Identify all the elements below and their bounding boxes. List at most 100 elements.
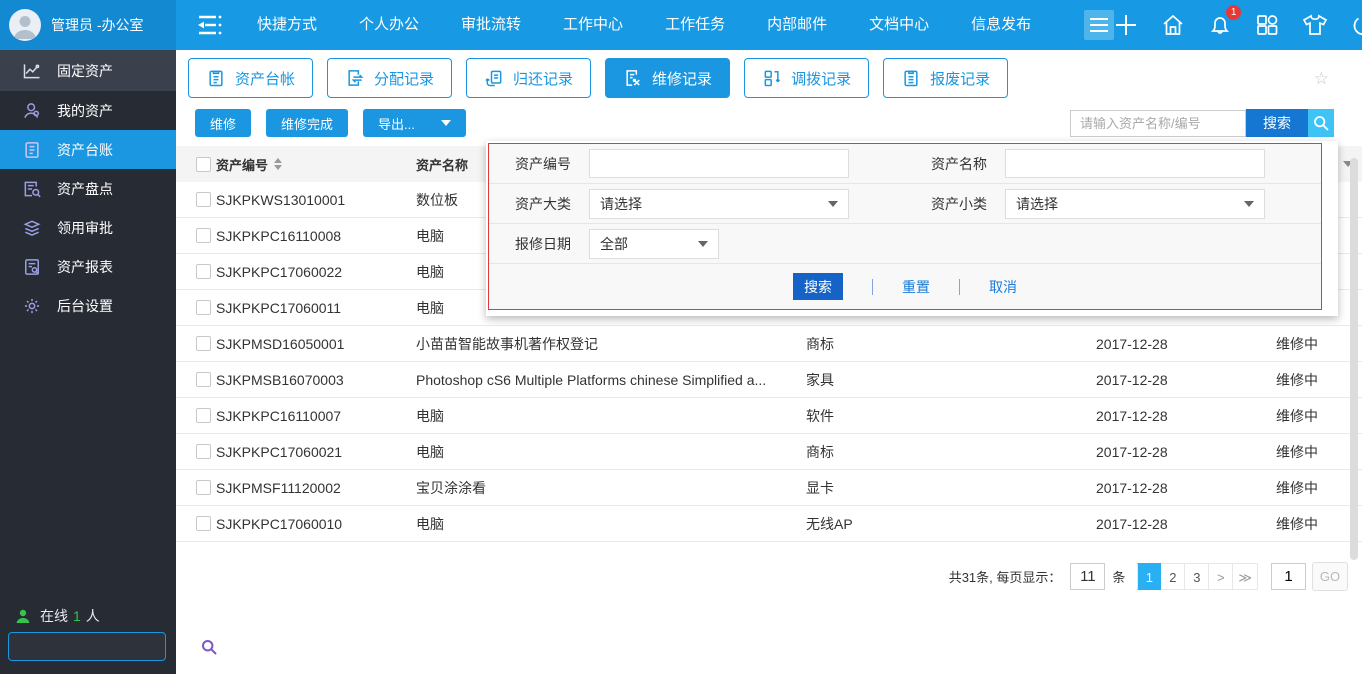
- cell-asset-name: 电脑: [416, 407, 444, 424]
- asset-name-input[interactable]: [1005, 149, 1265, 178]
- repair-date-select[interactable]: 全部: [589, 228, 719, 259]
- row-checkbox[interactable]: [196, 300, 211, 315]
- notifications-bell-icon[interactable]: 1: [1208, 5, 1242, 37]
- page-button[interactable]: 2: [1161, 563, 1186, 590]
- sidebar-item-label: 资产台账: [57, 141, 113, 158]
- caret-down-icon: [828, 200, 838, 207]
- pagination-summary: 共31条, 每页显示：: [948, 570, 1062, 585]
- favorite-star-icon[interactable]: ☆: [1314, 69, 1329, 89]
- table-scrollbar[interactable]: [1350, 158, 1358, 560]
- row-checkbox[interactable]: [196, 480, 211, 495]
- add-icon[interactable]: [1114, 13, 1138, 37]
- top-menu-item[interactable]: 信息发布: [950, 0, 1052, 50]
- sidebar-item[interactable]: 我的资产: [0, 91, 176, 130]
- person-icon: [22, 101, 42, 121]
- sort-icon[interactable]: [274, 158, 283, 170]
- filter-cancel-link[interactable]: 取消: [989, 277, 1017, 297]
- cell-status: 维修中: [1276, 371, 1318, 388]
- record-tab[interactable]: 资产台帐: [188, 58, 314, 98]
- export-button[interactable]: 导出...: [363, 109, 466, 137]
- collapse-menu-icon[interactable]: [195, 12, 223, 38]
- page-button[interactable]: 3: [1185, 563, 1210, 590]
- repair-button[interactable]: 维修: [195, 109, 252, 137]
- row-checkbox[interactable]: [196, 192, 211, 207]
- top-menu-item[interactable]: 工作中心: [542, 0, 644, 50]
- top-menu-item[interactable]: 审批流转: [440, 0, 542, 50]
- cell-repair-date: 2017-12-28: [1096, 335, 1168, 352]
- row-checkbox[interactable]: [196, 372, 211, 387]
- report-icon: [22, 257, 42, 277]
- filter-reset-link[interactable]: 重置: [902, 277, 930, 297]
- subcategory-label: 资产小类: [931, 195, 987, 212]
- record-tab[interactable]: 维修记录: [605, 58, 731, 98]
- cell-repair-date: 2017-12-28: [1096, 443, 1168, 460]
- top-menu-item[interactable]: 工作任务: [644, 0, 746, 50]
- category-select[interactable]: 请选择: [589, 188, 849, 219]
- row-checkbox[interactable]: [196, 336, 211, 351]
- sidebar-item[interactable]: 后台设置: [0, 286, 176, 325]
- sidebar-item[interactable]: 资产盘点: [0, 169, 176, 208]
- record-tab[interactable]: 分配记录: [327, 58, 453, 98]
- home-icon[interactable]: [1161, 13, 1185, 37]
- cell-asset-code: SJKPMSF11120002: [216, 479, 341, 496]
- goto-page-input[interactable]: [1271, 563, 1306, 590]
- table-row: SJKPMSF11120002 宝贝涂涂看 显卡 2017-12-28 维修中: [176, 470, 1362, 506]
- search-magnifier-icon[interactable]: [1308, 109, 1334, 137]
- top-menu-item[interactable]: 快捷方式: [236, 0, 338, 50]
- user-block[interactable]: 管理员 -办公室: [0, 0, 176, 50]
- sidebar-item[interactable]: 资产报表: [0, 247, 176, 286]
- sidebar-item[interactable]: 领用审批: [0, 208, 176, 247]
- main-content: 资产台帐 分配记录 归还记录 维修记录 调拨记录 报废记录 ☆ 维修 维修完成 …: [176, 50, 1362, 674]
- sidebar-item[interactable]: 资产台账: [0, 130, 176, 169]
- repair-done-button[interactable]: 维修完成: [266, 109, 349, 137]
- asset-code-input[interactable]: [589, 149, 849, 178]
- theme-shirt-icon[interactable]: [1302, 13, 1328, 37]
- cell-asset-name: 宝贝涂涂看: [416, 479, 486, 496]
- sidebar-item-label: 我的资产: [57, 102, 113, 119]
- asset-name-label: 资产名称: [931, 155, 987, 172]
- quick-search-button[interactable]: 搜索: [1246, 109, 1308, 137]
- top-menu: 快捷方式 个人办公 审批流转 工作中心 工作任务 内部邮件 文档中心 信息发布: [236, 0, 1052, 50]
- cell-status: 维修中: [1276, 407, 1318, 424]
- pager: 1 2 3 > ≫: [1137, 563, 1258, 590]
- page-button[interactable]: >: [1209, 563, 1234, 590]
- sidebar: 固定资产 我的资产 资产台账 资产盘点 领用审批 资产报表 后台设置 在线 1 …: [0, 50, 217, 674]
- select-all-checkbox[interactable]: [196, 156, 211, 172]
- page-size-input[interactable]: [1070, 563, 1106, 590]
- cell-status: 维修中: [1276, 335, 1318, 352]
- chart-icon: [22, 61, 42, 81]
- apps-grid-icon[interactable]: [1255, 13, 1279, 37]
- record-tab[interactable]: 归还记录: [466, 58, 592, 98]
- subcategory-select[interactable]: 请选择: [1005, 188, 1265, 219]
- sidebar-item-label: 后台设置: [57, 297, 113, 314]
- cell-status: 维修中: [1276, 515, 1318, 532]
- record-tab[interactable]: 调拨记录: [744, 58, 870, 98]
- divider: [872, 278, 873, 295]
- sidebar-search-icon[interactable]: [201, 639, 217, 655]
- row-checkbox[interactable]: [196, 444, 211, 459]
- online-label: 在线: [40, 608, 68, 624]
- inventory-icon: [22, 179, 42, 199]
- caret-down-icon: [698, 240, 708, 247]
- quick-search-input[interactable]: [1070, 109, 1246, 137]
- top-menu-item[interactable]: 内部邮件: [746, 0, 848, 50]
- row-checkbox[interactable]: [196, 228, 211, 243]
- top-menu-item[interactable]: 文档中心: [848, 0, 950, 50]
- top-menu-item[interactable]: 个人办公: [338, 0, 440, 50]
- go-button[interactable]: GO: [1312, 562, 1348, 591]
- page-button[interactable]: ≫: [1233, 563, 1258, 590]
- sidebar-search-input[interactable]: [9, 639, 201, 654]
- row-checkbox[interactable]: [196, 516, 211, 531]
- record-tab[interactable]: 报废记录: [883, 58, 1009, 98]
- scrap-icon: [901, 68, 921, 88]
- cell-category: 商标: [806, 443, 834, 460]
- power-icon[interactable]: [1351, 13, 1362, 37]
- page-button[interactable]: 1: [1137, 563, 1162, 590]
- filter-search-button[interactable]: 搜索: [793, 273, 843, 300]
- row-checkbox[interactable]: [196, 408, 211, 423]
- row-checkbox[interactable]: [196, 264, 211, 279]
- notification-badge: 1: [1226, 5, 1242, 20]
- sidebar-item[interactable]: 固定资产: [0, 50, 176, 91]
- hamburger-menu-icon[interactable]: [1084, 10, 1115, 40]
- toolbar: 维修 维修完成 导出... 搜索: [176, 106, 1362, 146]
